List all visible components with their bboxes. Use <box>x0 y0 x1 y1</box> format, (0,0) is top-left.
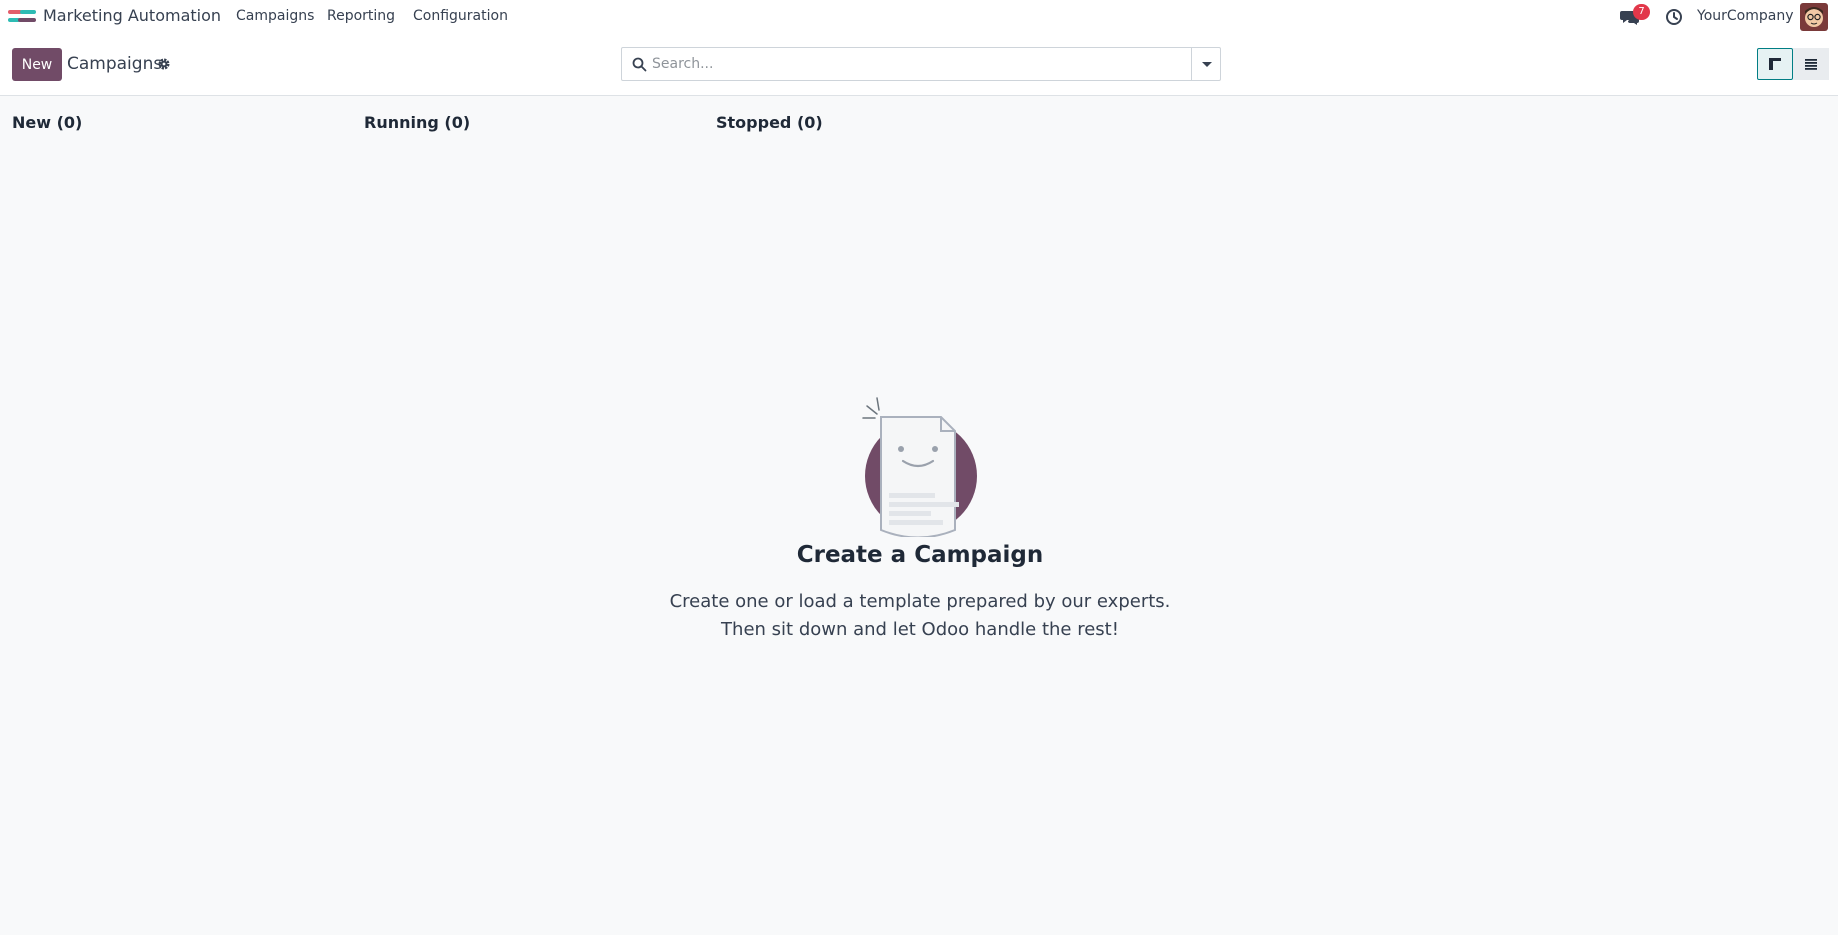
smiling-document-illustration <box>862 397 977 537</box>
search-icon <box>632 57 647 72</box>
kanban-column-stopped[interactable]: Stopped (0) <box>716 113 823 132</box>
search-input[interactable] <box>652 49 1187 79</box>
kanban-view-button[interactable] <box>1757 48 1793 80</box>
view-switcher <box>1757 48 1829 80</box>
control-panel: New Campaigns <box>0 34 1838 96</box>
new-button[interactable]: New <box>12 48 62 81</box>
user-avatar[interactable] <box>1800 3 1828 31</box>
search-options-toggle[interactable] <box>1191 48 1220 80</box>
kanban-column-new[interactable]: New (0) <box>12 113 82 132</box>
menu-reporting[interactable]: Reporting <box>327 8 395 24</box>
messages-badge: 7 <box>1633 4 1650 20</box>
list-view-button[interactable] <box>1793 48 1829 80</box>
menu-campaigns[interactable]: Campaigns <box>236 8 314 24</box>
top-navbar: Marketing Automation Campaigns Reporting… <box>0 0 1838 34</box>
breadcrumb: Campaigns <box>67 54 163 74</box>
app-logo-icon[interactable] <box>8 8 36 26</box>
list-view-icon <box>1805 59 1817 70</box>
company-switcher[interactable]: YourCompany <box>1697 8 1794 24</box>
search-bar <box>621 47 1221 81</box>
clock-icon[interactable] <box>1665 8 1683 26</box>
helper-description-line-1: Create one or load a template prepared b… <box>669 591 1171 612</box>
gear-icon[interactable] <box>157 57 171 71</box>
kanban-column-running[interactable]: Running (0) <box>364 113 470 132</box>
menu-configuration[interactable]: Configuration <box>413 8 508 24</box>
helper-title: Create a Campaign <box>796 542 1044 568</box>
kanban-view-icon <box>1769 58 1781 70</box>
app-name[interactable]: Marketing Automation <box>43 6 221 25</box>
helper-description-line-2: Then sit down and let Odoo handle the re… <box>721 619 1119 640</box>
